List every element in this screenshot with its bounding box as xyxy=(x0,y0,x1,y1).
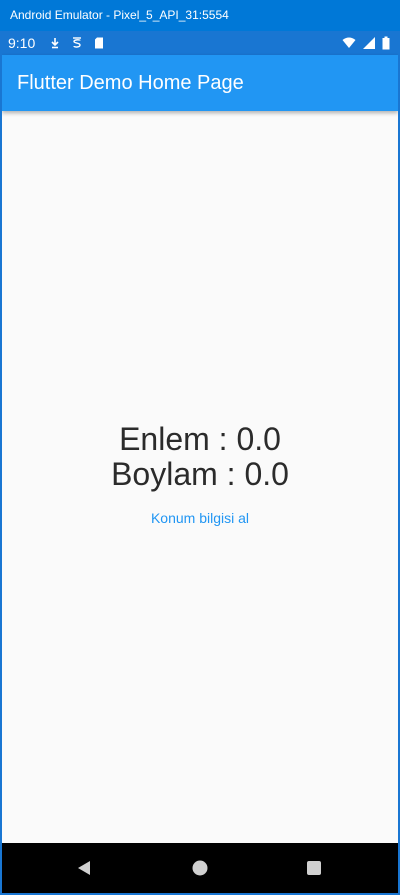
app-bar: Flutter Demo Home Page xyxy=(2,55,398,111)
main-content: Enlem : 0.0 Boylam : 0.0 Konum bilgisi a… xyxy=(2,111,398,843)
status-system-icons xyxy=(342,35,390,51)
download-icon xyxy=(48,36,62,50)
home-icon[interactable] xyxy=(188,856,212,880)
device-screen: 9:10 Flutter Demo Home Page Enlem: 0.0 … xyxy=(2,31,398,893)
status-bar: 9:10 xyxy=(2,31,398,55)
overview-icon[interactable] xyxy=(302,856,326,880)
back-icon[interactable] xyxy=(72,856,96,880)
latitude-text: Enlem : 0.0 xyxy=(119,421,281,457)
status-time: 9:10 xyxy=(8,35,36,51)
get-location-button[interactable]: Konum bilgisi al xyxy=(143,504,257,532)
wifi-icon xyxy=(342,36,356,50)
sd-card-icon xyxy=(92,36,106,50)
emulator-title-bar: Android Emulator - Pixel_5_API_31:5554 xyxy=(0,0,400,31)
longitude-text: Boylam : 0.0 xyxy=(111,456,289,492)
emulator-title: Android Emulator - Pixel_5_API_31:5554 xyxy=(10,8,229,22)
page-title: Flutter Demo Home Page xyxy=(17,72,244,94)
navigation-bar xyxy=(2,843,398,893)
sim-s-icon xyxy=(70,36,84,50)
battery-icon xyxy=(382,36,390,50)
status-notification-icons xyxy=(48,35,106,51)
emulator-window: Android Emulator - Pixel_5_API_31:5554 9… xyxy=(0,0,400,895)
cellular-signal-icon xyxy=(362,36,376,50)
